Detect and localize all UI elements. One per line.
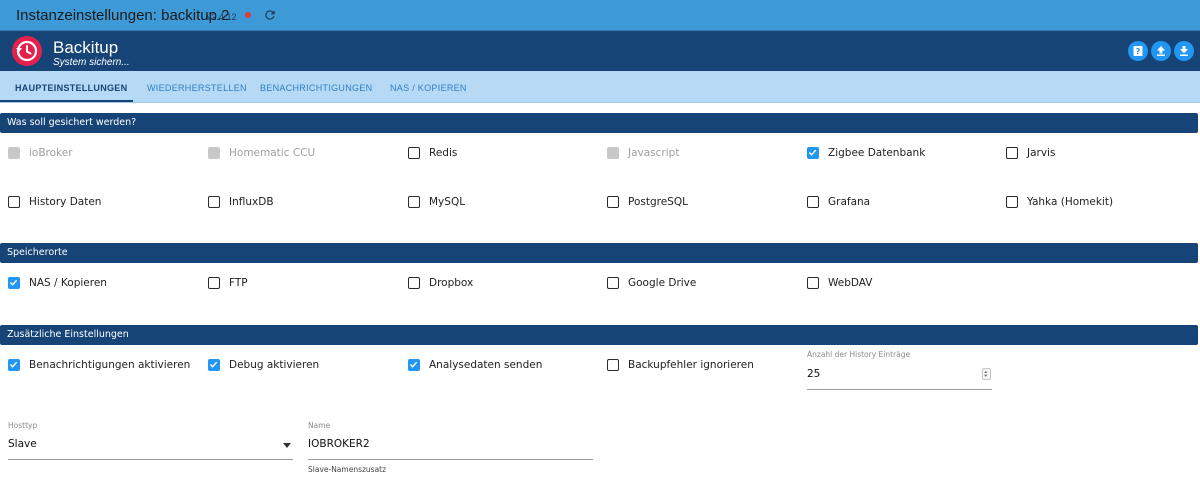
name-underline bbox=[308, 459, 593, 460]
tab-wiederherstellen[interactable]: WIEDERHERSTELLEN bbox=[147, 83, 247, 93]
checkbox-box bbox=[208, 196, 220, 208]
active-tab-indicator bbox=[0, 100, 133, 102]
checkbox-box bbox=[408, 277, 420, 289]
name-helper-text: Slave-Namenszusatz bbox=[308, 465, 387, 474]
upload-button[interactable] bbox=[1151, 41, 1171, 61]
checkbox-box bbox=[607, 277, 619, 289]
section-title: Zusätzliche Einstellungen bbox=[7, 329, 129, 340]
checkbox-label: Dropbox bbox=[429, 277, 474, 289]
checkbox-label: Jarvis bbox=[1027, 147, 1056, 159]
chevron-down-icon[interactable] bbox=[283, 443, 291, 448]
tab-nas-kopieren[interactable]: NAS / KOPIEREN bbox=[390, 83, 467, 93]
check-icon bbox=[808, 149, 817, 156]
checkbox-label: Redis bbox=[429, 147, 458, 159]
checkbox-label: WebDAV bbox=[828, 277, 873, 289]
checkbox-box bbox=[208, 277, 220, 289]
checkbox-box bbox=[1006, 147, 1018, 159]
checkbox-box bbox=[807, 147, 819, 159]
checkbox-label: ioBroker bbox=[29, 147, 73, 159]
checkbox-box bbox=[408, 196, 420, 208]
section-title: Was soll gesichert werden? bbox=[7, 117, 137, 128]
app-name: Backitup bbox=[53, 38, 119, 57]
hosttype-underline bbox=[8, 459, 293, 460]
checkbox-label: Backupfehler ignorieren bbox=[628, 359, 754, 371]
upload-icon bbox=[1157, 46, 1165, 56]
checkbox-box bbox=[807, 196, 819, 208]
section-header-extra: Zusätzliche Einstellungen bbox=[0, 325, 1198, 345]
checkbox-box bbox=[607, 196, 619, 208]
history-entries-input[interactable]: 25 bbox=[807, 368, 820, 380]
checkbox-label: Debug aktivieren bbox=[229, 359, 320, 371]
checkbox-label: PostgreSQL bbox=[628, 196, 688, 208]
backitup-logo-icon bbox=[12, 36, 42, 66]
check-icon bbox=[409, 361, 418, 368]
section-header-storage: Speicherorte bbox=[0, 243, 1198, 263]
help-button[interactable]: ? bbox=[1128, 41, 1148, 61]
checkbox-box bbox=[8, 196, 20, 208]
check-icon bbox=[209, 361, 218, 368]
checkbox-label: Javascript bbox=[628, 147, 680, 159]
history-entries-label: Anzahl der History Einträge bbox=[807, 350, 911, 359]
checkbox-label: Grafana bbox=[828, 196, 871, 208]
help-icon: ? bbox=[1133, 46, 1143, 56]
name-label: Name bbox=[308, 421, 331, 430]
tab-haupteinstellungen[interactable]: HAUPTEINSTELLUNGEN bbox=[15, 83, 127, 93]
download-icon bbox=[1180, 46, 1188, 56]
checkbox-label: Homematic CCU bbox=[229, 147, 316, 159]
checkbox-box bbox=[1006, 196, 1018, 208]
hosttype-select[interactable]: Slave bbox=[8, 438, 37, 450]
svg-text:?: ? bbox=[1136, 47, 1141, 56]
number-stepper-icon[interactable] bbox=[982, 368, 991, 380]
checkbox-label: InfluxDB bbox=[229, 196, 274, 208]
checkbox-box bbox=[208, 359, 220, 371]
checkbox-box bbox=[408, 147, 420, 159]
window-title: Instanzeinstellungen: backitup.2 bbox=[16, 7, 230, 24]
checkbox-label: FTP bbox=[229, 277, 248, 289]
section-header-backup: Was soll gesichert werden? bbox=[0, 113, 1198, 133]
checkbox-label: Yahka (Homekit) bbox=[1027, 196, 1114, 208]
check-icon bbox=[9, 279, 18, 286]
download-button[interactable] bbox=[1174, 41, 1194, 61]
checkbox-box bbox=[8, 359, 20, 371]
check-icon bbox=[9, 361, 18, 368]
checkbox-label: Analysedaten senden bbox=[429, 359, 543, 371]
checkbox-label: NAS / Kopieren bbox=[29, 277, 107, 289]
checkbox-label: MySQL bbox=[429, 196, 466, 208]
checkbox-label: History Daten bbox=[29, 196, 102, 208]
history-entries-underline bbox=[807, 389, 992, 390]
name-input[interactable]: IOBROKER2 bbox=[308, 438, 370, 450]
checkbox-label: Benachrichtigungen aktivieren bbox=[29, 359, 191, 371]
app-header: Backitup System sichern... ? bbox=[0, 31, 1200, 71]
app-subtitle: System sichern... bbox=[53, 57, 130, 68]
checkbox-box bbox=[607, 359, 619, 371]
checkbox-box bbox=[8, 147, 20, 159]
checkbox-box bbox=[208, 147, 220, 159]
checkbox-box bbox=[8, 277, 20, 289]
status-dot-icon bbox=[245, 12, 251, 18]
checkbox-box bbox=[807, 277, 819, 289]
checkbox-box bbox=[607, 147, 619, 159]
tab-bar: HAUPTEINSTELLUNGEN WIEDERHERSTELLEN BENA… bbox=[0, 71, 1200, 103]
section-title: Speicherorte bbox=[7, 247, 68, 258]
checkbox-box bbox=[408, 359, 420, 371]
tab-benachrichtigungen[interactable]: BENACHRICHTIGUNGEN bbox=[260, 83, 372, 93]
version-label: v2.4.12 bbox=[207, 12, 237, 22]
window-title-bar: Instanzeinstellungen: backitup.2 v2.4.12 bbox=[0, 0, 1200, 31]
checkbox-label: Zigbee Datenbank bbox=[828, 147, 926, 159]
hosttype-label: Hosttyp bbox=[8, 421, 38, 430]
reload-icon[interactable] bbox=[263, 8, 277, 22]
checkbox-label: Google Drive bbox=[628, 277, 697, 289]
